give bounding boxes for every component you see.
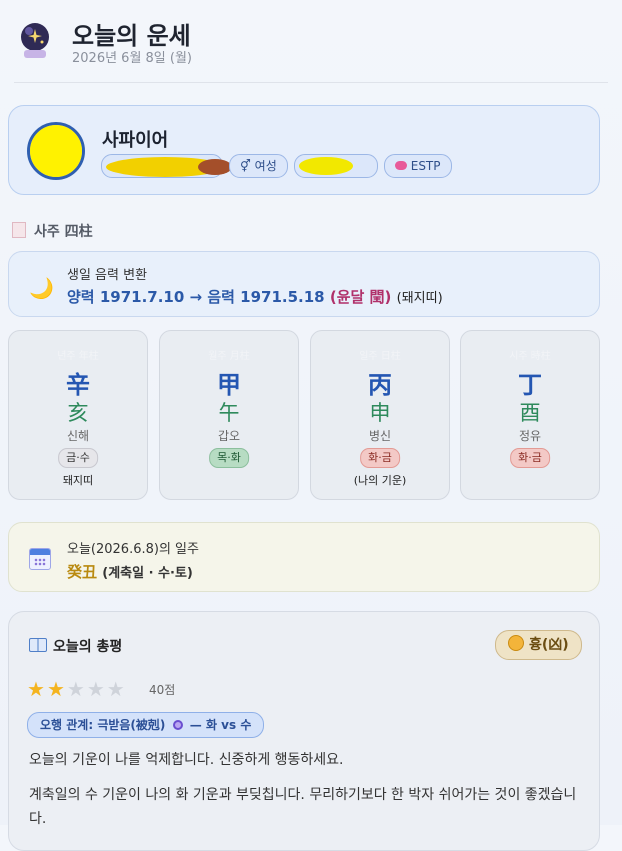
- book-icon: [29, 638, 47, 652]
- star-icon: ★: [27, 677, 47, 701]
- star-rating: ★★★★★: [27, 677, 127, 701]
- summary-line-1: 오늘의 기운이 나를 억제합니다. 신중하게 행동하세요.: [29, 752, 344, 768]
- page-date: 2026년 6월 8일 (월): [72, 51, 193, 66]
- heavenly-stem: 丙: [368, 370, 392, 399]
- page-header: 오늘의 운세 2026년 6월 8일 (월): [14, 10, 608, 83]
- avatar-redaction: [30, 125, 82, 177]
- pillar-month[interactable]: 월주 月柱 甲 午 갑오 목·화: [159, 330, 299, 500]
- heavenly-stem: 辛: [66, 370, 90, 399]
- solar-date: 양력 1971.7.10: [67, 288, 185, 306]
- heavenly-stem: 甲: [217, 370, 241, 399]
- pillar-label: 월주 月柱: [208, 351, 250, 362]
- profile-card[interactable]: 사파이어 ⚥ 여성 ESTP: [8, 105, 600, 195]
- moon-icon: 🌙: [29, 276, 54, 300]
- saju-section-title: 사주 四柱: [12, 221, 93, 241]
- zodiac-label: (돼지띠): [396, 291, 443, 306]
- today-ganji-card: 오늘(2026.6.8)의 일주 癸丑 (계축일 · 수·토): [8, 522, 600, 592]
- relation-tail: — 화 vs 수: [189, 718, 252, 732]
- leap-month-label: (윤달 閏): [329, 288, 392, 306]
- lunar-conversion: 양력 1971.7.10 → 음력 1971.5.18 (윤달 閏) (돼지띠): [67, 286, 443, 307]
- today-ganji-chars: 癸丑: [67, 563, 98, 581]
- today-caption: 오늘(2026.6.8)의 일주: [67, 542, 199, 557]
- element-relation-chip: 오행 관계: 극받음(被剋) — 화 vs 수: [27, 712, 265, 738]
- fortune-badge-text: 흉(凶): [529, 637, 569, 653]
- pillar-label: 년주 年柱: [57, 351, 99, 362]
- redaction-mark: [198, 159, 232, 175]
- pillar-korean: 병신: [368, 429, 392, 443]
- pillar-note: 돼지띠: [62, 474, 94, 487]
- earthly-branch: 亥: [67, 401, 89, 425]
- pillar-year[interactable]: 년주 年柱 辛 亥 신해 금·수 돼지띠: [8, 330, 148, 500]
- star-icon: ★: [66, 677, 87, 701]
- worried-face-icon: [508, 635, 524, 651]
- pillar-note: (나의 기운): [353, 474, 407, 487]
- page-title: 오늘의 운세: [72, 22, 191, 50]
- summary-title-text: 오늘의 총평: [53, 639, 123, 655]
- today-ganji-detail: (계축일 · 수·토): [102, 566, 193, 581]
- pillar-korean: 신해: [66, 429, 90, 443]
- relation-text: 오행 관계: 극받음(被剋): [40, 718, 166, 732]
- saju-icon: [12, 222, 26, 238]
- mbti-chip[interactable]: ESTP: [383, 154, 452, 178]
- mbti-label: ESTP: [410, 159, 441, 173]
- fortune-score: 40점: [149, 683, 176, 697]
- star-icon: ★: [46, 677, 67, 701]
- pillar-label: 일주 日柱: [359, 351, 401, 362]
- lunar-caption: 생일 음력 변환: [67, 268, 148, 283]
- star-icon: ★: [106, 677, 127, 701]
- pillar-korean: 정유: [518, 429, 542, 443]
- pillar-label: 시주 時柱: [509, 351, 551, 362]
- today-ganji: 癸丑 (계축일 · 수·토): [67, 561, 193, 582]
- summary-title: 오늘의 총평: [29, 636, 122, 656]
- heavenly-stem: 丁: [518, 370, 542, 399]
- redaction-mark: [298, 157, 353, 175]
- fortune-badge: 흉(凶): [495, 630, 582, 660]
- pillar-hour[interactable]: 시주 時柱 丁 酉 정유 화·금: [460, 330, 600, 500]
- calendar-icon: [29, 548, 51, 570]
- profile-chip-redacted: [293, 154, 378, 178]
- element-badge: 화·금: [510, 448, 550, 468]
- earthly-branch: 午: [218, 401, 240, 425]
- element-badge: 목·화: [209, 448, 249, 468]
- element-badge: 화·금: [360, 448, 400, 468]
- lunar-date: 음력 1971.5.18: [207, 288, 325, 306]
- element-badge: 금·수: [58, 448, 98, 468]
- profile-chips: ⚥ 여성 ESTP: [101, 154, 452, 178]
- profile-chip-redacted: [101, 154, 232, 178]
- profile-name: 사파이어: [102, 130, 169, 151]
- summary-line-2: 계축일의 수 기운이 나의 화 기운과 부딪칩니다. 무리하기보다 한 박자 쉬…: [29, 787, 577, 827]
- gender-chip[interactable]: ⚥ 여성: [229, 154, 288, 178]
- summary-card: 오늘의 총평 흉(凶) ★★★★★ 40점 오행 관계: 극받음(被剋) — 화…: [8, 611, 600, 851]
- brain-icon: [394, 161, 407, 170]
- earthly-branch: 酉: [519, 401, 541, 425]
- lunar-conversion-card: 🌙 생일 음력 변환 양력 1971.7.10 → 음력 1971.5.18 (…: [8, 251, 600, 317]
- earthly-branch: 申: [369, 401, 391, 425]
- pillar-day[interactable]: 일주 日柱 丙 申 병신 화·금 (나의 기운): [310, 330, 450, 500]
- swirl-icon: [172, 720, 183, 730]
- saju-title-text: 사주 四柱: [34, 224, 93, 240]
- conversion-arrow: →: [189, 288, 203, 306]
- crystal-ball-icon: [21, 23, 49, 58]
- avatar[interactable]: [27, 122, 85, 180]
- star-icon: ★: [86, 677, 107, 701]
- pillar-korean: 갑오: [217, 429, 241, 443]
